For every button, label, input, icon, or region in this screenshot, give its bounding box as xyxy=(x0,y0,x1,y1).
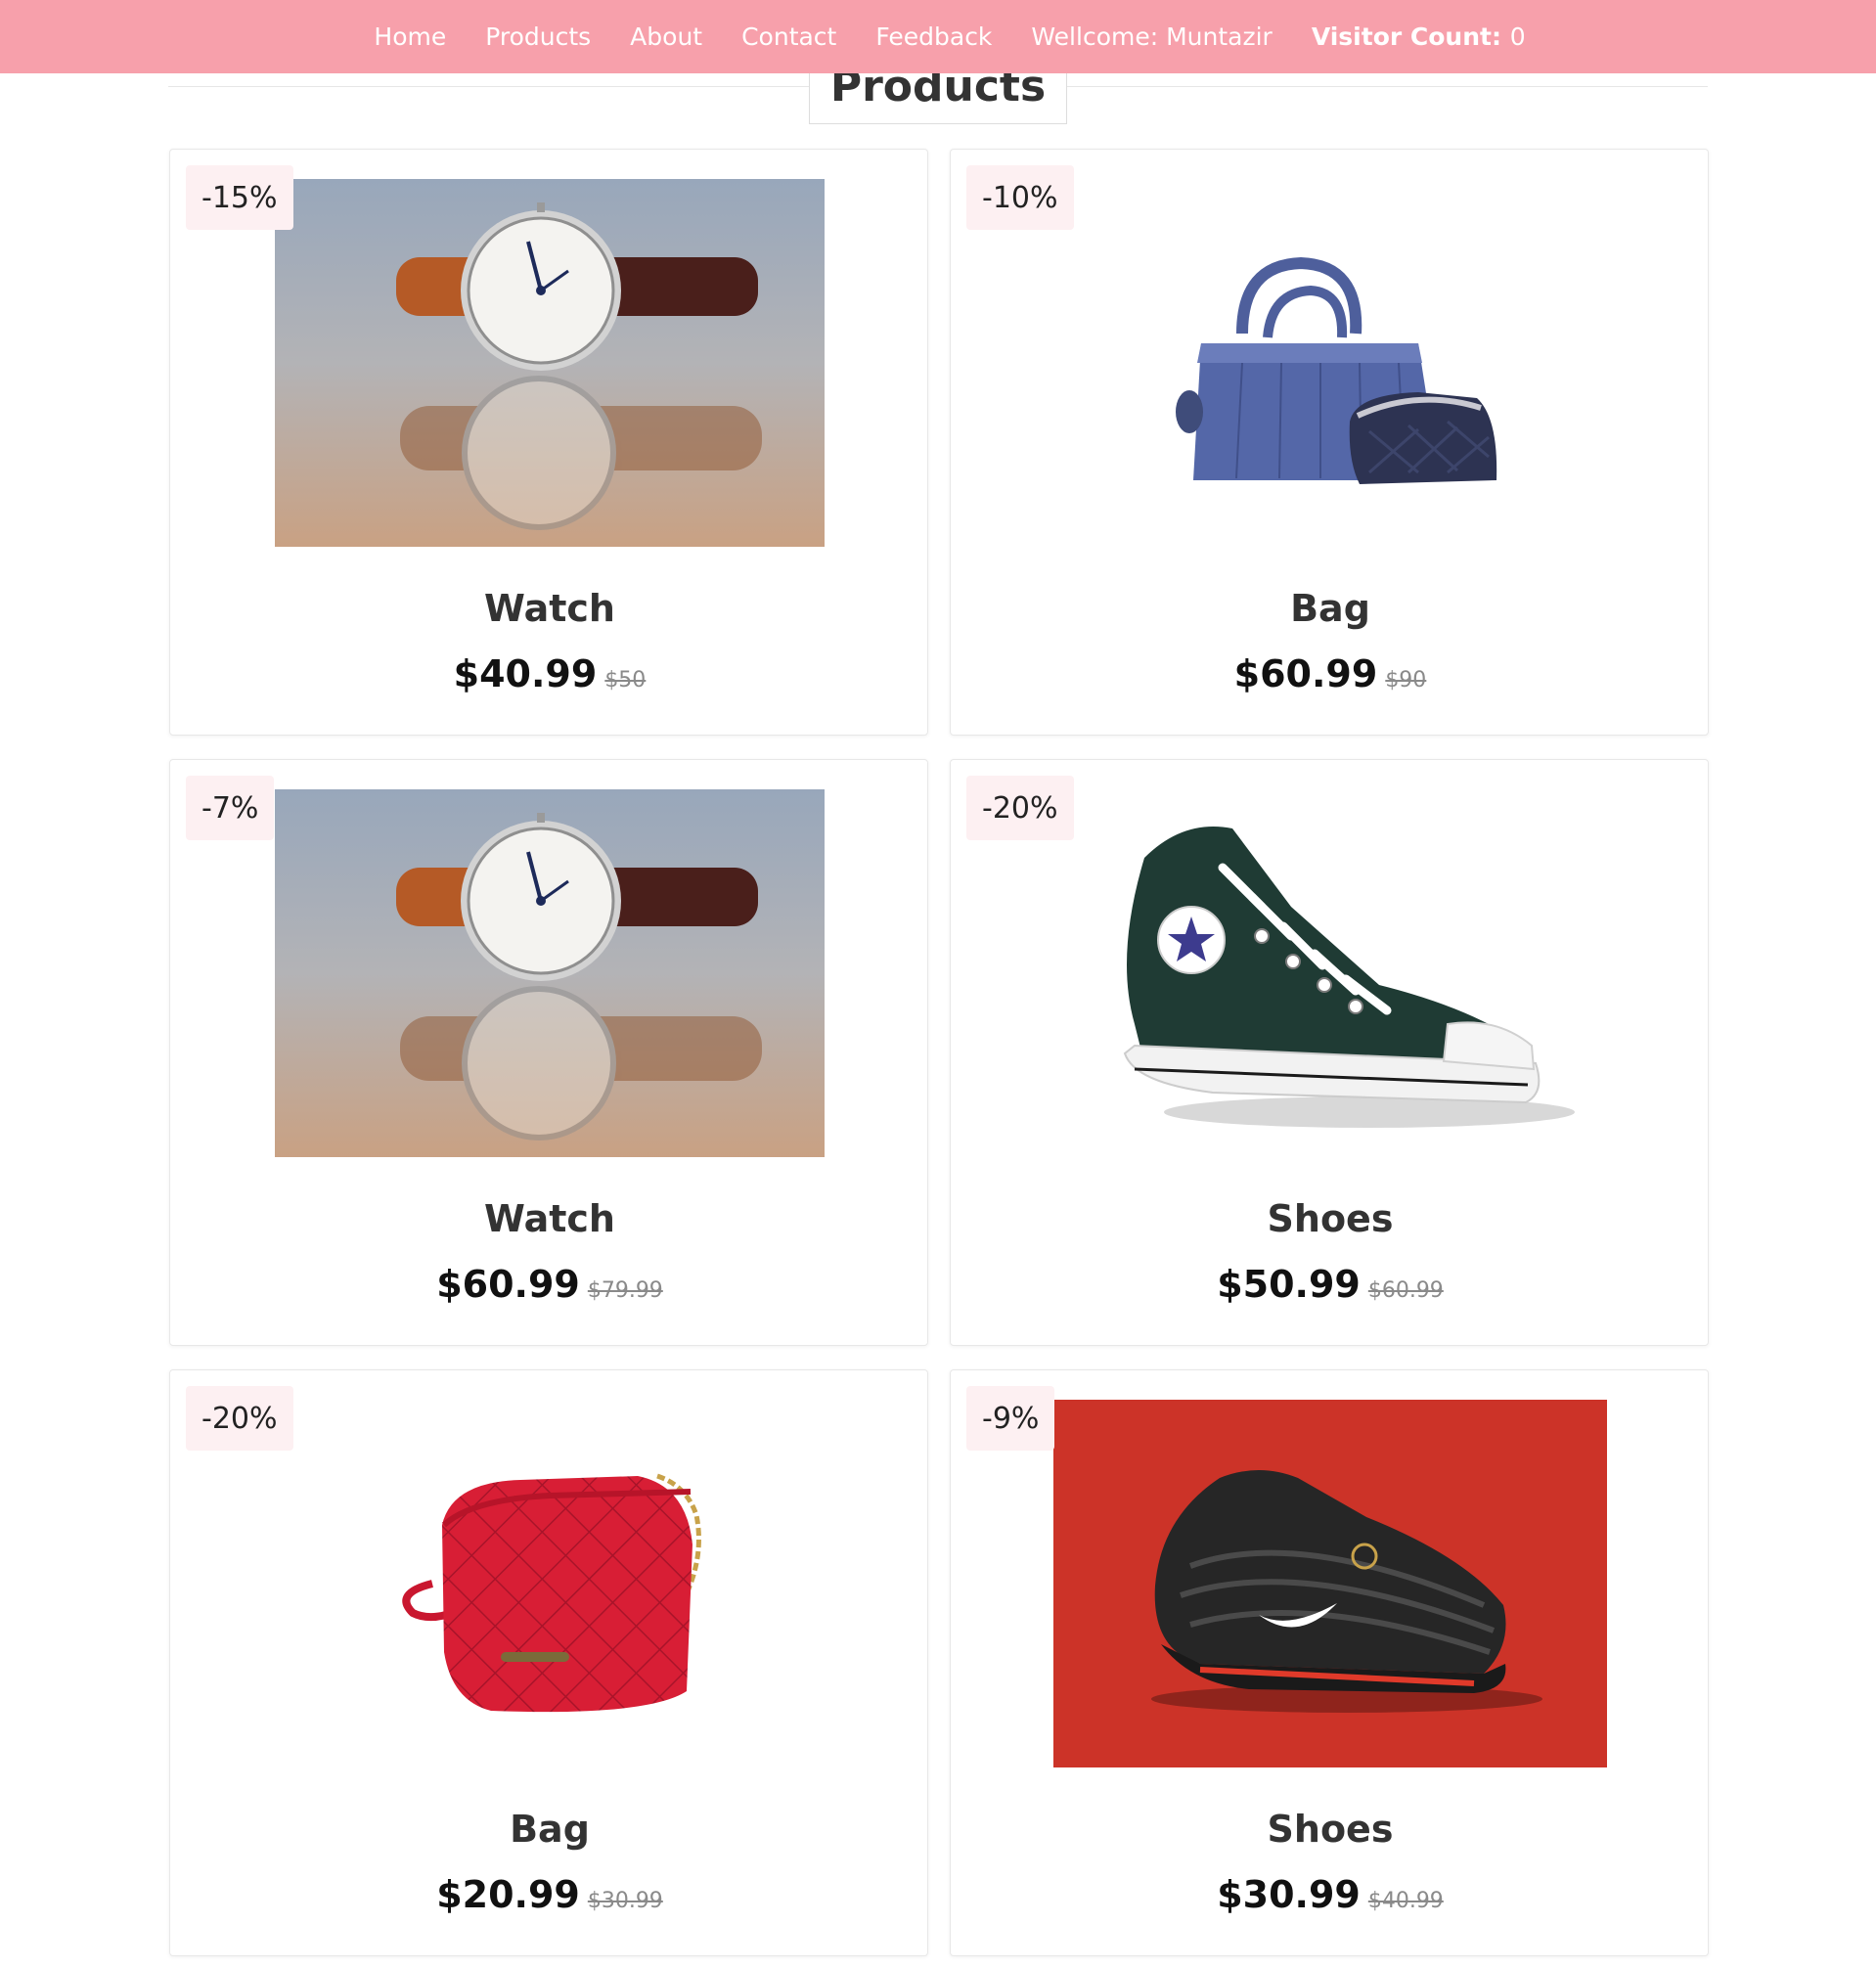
product-name: Watch xyxy=(484,1197,615,1240)
product-image-wrap xyxy=(170,179,929,547)
nav-link-feedback[interactable]: Feedback xyxy=(875,22,992,51)
product-price: $60.99 xyxy=(436,1263,580,1306)
product-card[interactable]: -20% Bag $20.99 $30.99 xyxy=(169,1369,928,1956)
product-old-price: $50 xyxy=(604,668,647,693)
product-price: $30.99 xyxy=(1217,1873,1361,1916)
main-nav: Home Products About Contact Feedback Wel… xyxy=(374,22,1525,51)
product-image-wrap xyxy=(951,789,1710,1157)
price-row: $50.99 $60.99 xyxy=(951,1263,1710,1306)
visitor-count: Visitor Count: 0 xyxy=(1312,22,1526,51)
product-old-price: $30.99 xyxy=(587,1889,663,1913)
watch-photo[interactable] xyxy=(275,789,825,1157)
price-row: $40.99 $50 xyxy=(170,652,929,695)
discount-badge: -20% xyxy=(186,1386,293,1451)
visitor-count-label: Visitor Count: xyxy=(1311,22,1501,51)
discount-badge: -10% xyxy=(966,165,1074,230)
product-image-wrap xyxy=(951,179,1710,547)
product-name: Bag xyxy=(1290,587,1370,630)
product-old-price: $90 xyxy=(1385,668,1427,693)
product-image-wrap xyxy=(170,789,929,1157)
welcome-user-link[interactable]: Wellcome: Muntazir xyxy=(1031,22,1272,51)
product-name: Shoes xyxy=(1267,1197,1394,1240)
visitor-count-value: 0 xyxy=(1509,22,1526,51)
nav-link-products[interactable]: Products xyxy=(485,22,591,51)
nav-link-about[interactable]: About xyxy=(630,22,702,51)
product-card[interactable]: -10% Bag $60.99 $90 xyxy=(950,149,1709,736)
discount-badge: -7% xyxy=(186,776,275,840)
green-sneaker-photo[interactable] xyxy=(1076,789,1585,1157)
product-name: Shoes xyxy=(1267,1808,1394,1851)
nav-link-home[interactable]: Home xyxy=(374,22,446,51)
product-price: $60.99 xyxy=(1233,652,1378,695)
black-sneaker-photo[interactable] xyxy=(1053,1400,1607,1767)
product-name: Bag xyxy=(510,1808,590,1851)
watch-photo[interactable] xyxy=(275,179,825,547)
nav-link-contact[interactable]: Contact xyxy=(741,22,836,51)
product-image-wrap xyxy=(951,1400,1710,1767)
product-card[interactable]: -9% Shoes $30.99 $40.99 xyxy=(950,1369,1709,1956)
discount-badge: -9% xyxy=(966,1386,1055,1451)
product-price: $20.99 xyxy=(436,1873,580,1916)
price-row: $30.99 $40.99 xyxy=(951,1873,1710,1916)
price-row: $60.99 $79.99 xyxy=(170,1263,929,1306)
red-bag-photo[interactable] xyxy=(354,1437,745,1730)
discount-badge: -15% xyxy=(186,165,293,230)
blue-bag-photo[interactable] xyxy=(1125,216,1536,510)
price-row: $60.99 $90 xyxy=(951,652,1710,695)
top-navbar: Home Products About Contact Feedback Wel… xyxy=(0,0,1876,73)
product-card[interactable]: -15% Watch $40.99 $50 xyxy=(169,149,928,736)
discount-badge: -20% xyxy=(966,776,1074,840)
product-name: Watch xyxy=(484,587,615,630)
product-card[interactable]: -20% Shoes $50.99 $60.99 xyxy=(950,759,1709,1346)
product-old-price: $60.99 xyxy=(1367,1278,1444,1303)
price-row: $20.99 $30.99 xyxy=(170,1873,929,1916)
product-card[interactable]: -7% Watch $60.99 $79.99 xyxy=(169,759,928,1346)
product-price: $40.99 xyxy=(453,652,598,695)
product-price: $50.99 xyxy=(1217,1263,1361,1306)
product-image-wrap xyxy=(170,1400,929,1767)
product-old-price: $40.99 xyxy=(1367,1889,1444,1913)
product-old-price: $79.99 xyxy=(587,1278,663,1303)
